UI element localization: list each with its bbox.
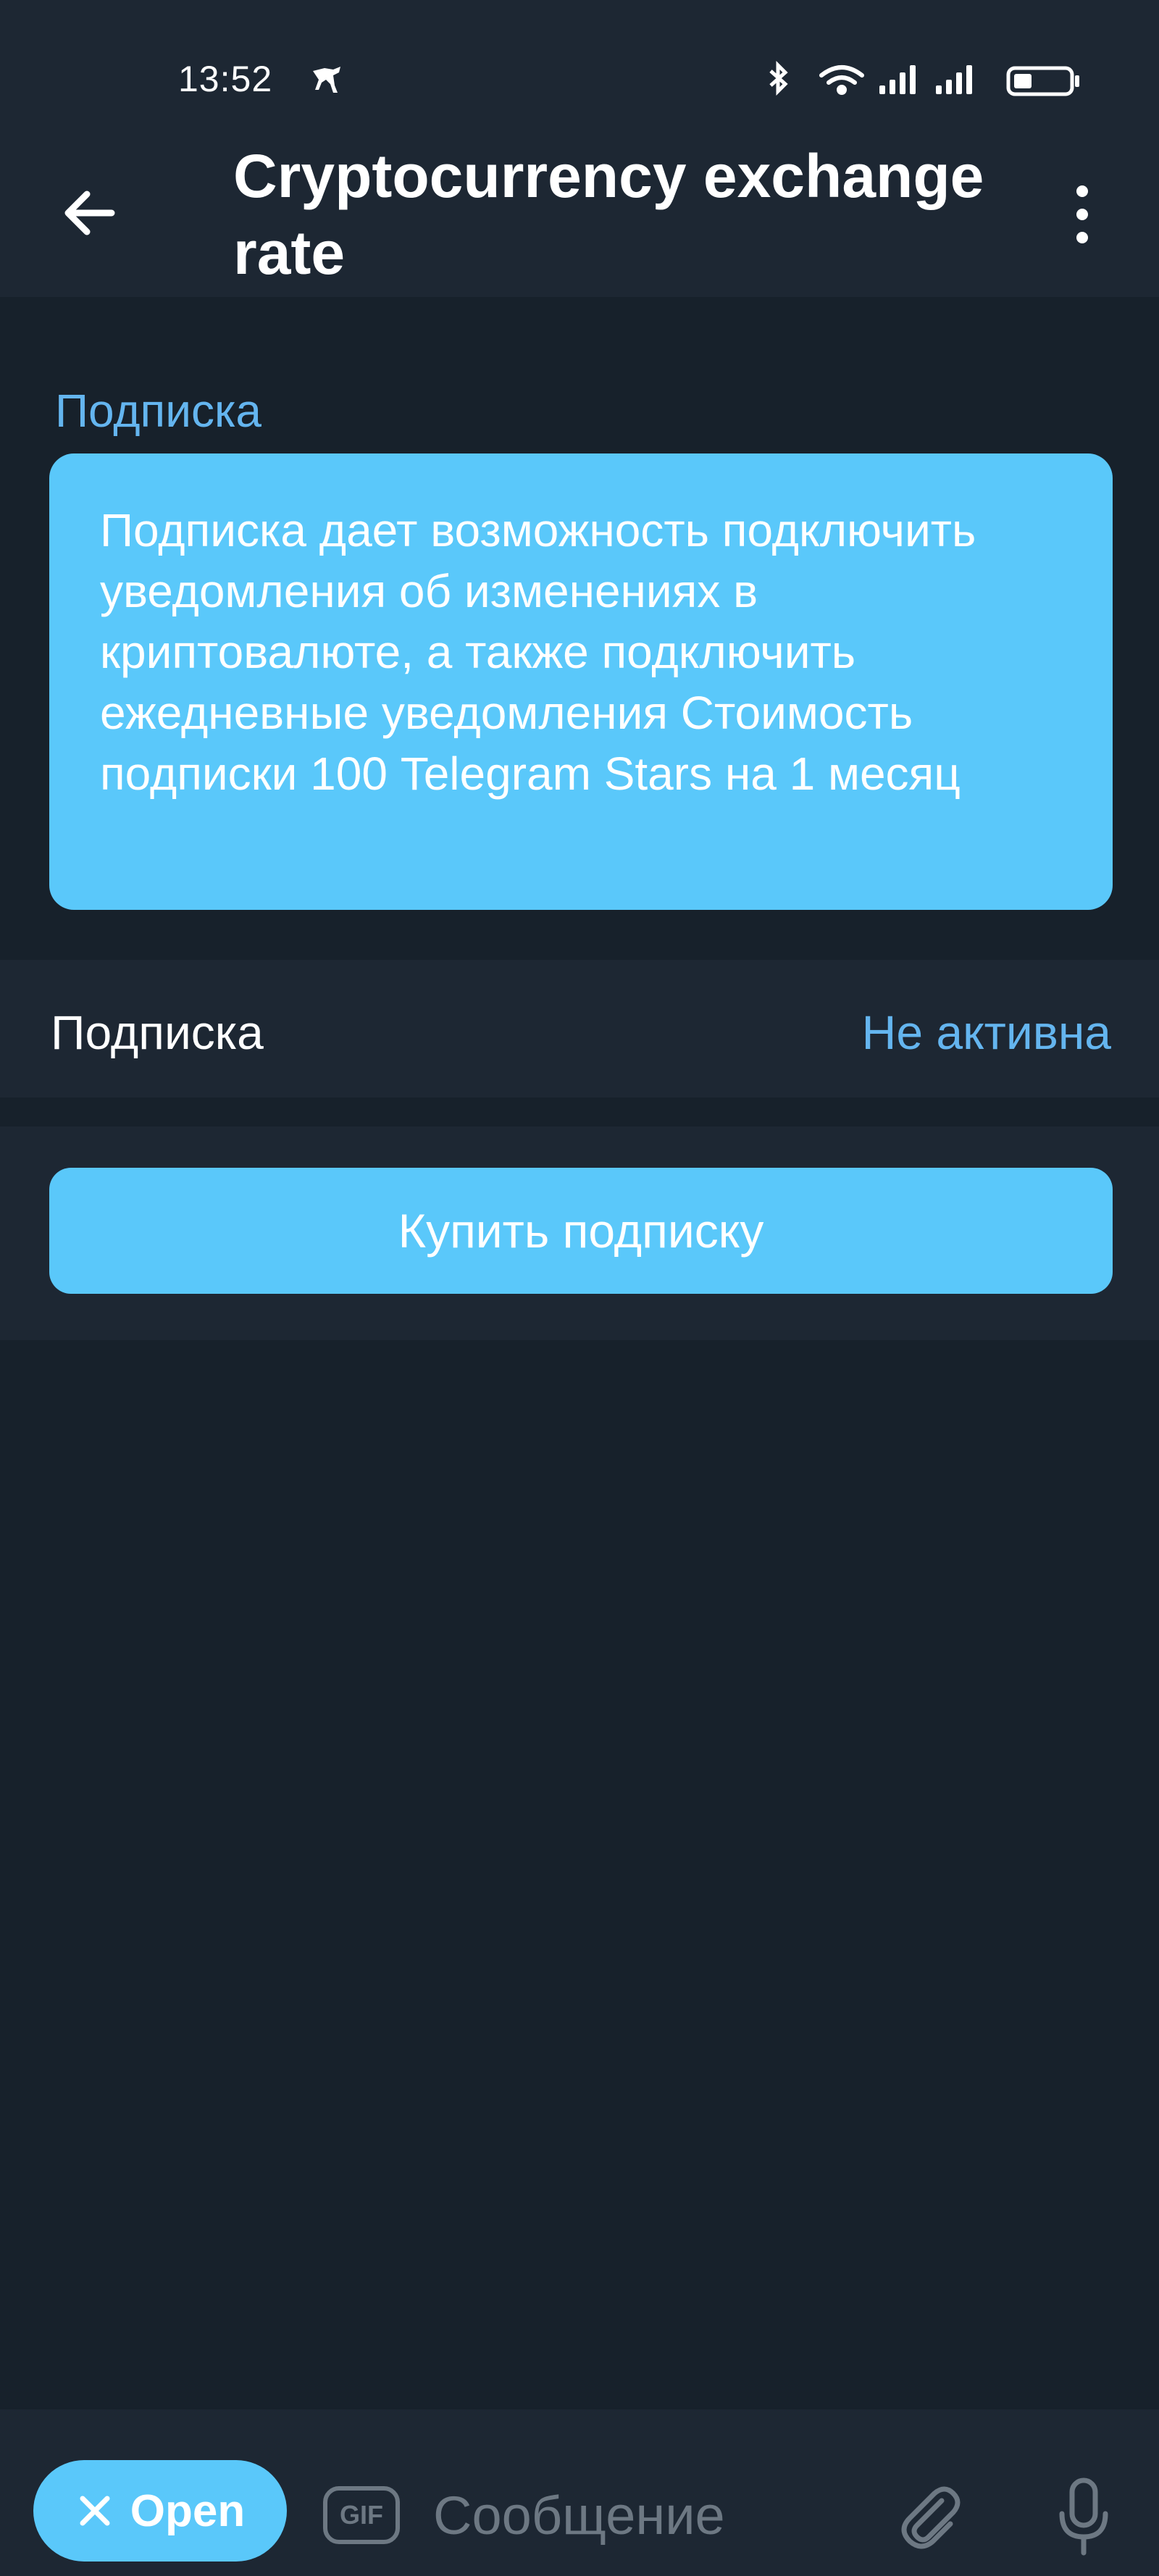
system-status-icons xyxy=(769,60,1079,96)
dog-notification-icon xyxy=(313,67,340,93)
open-button-label: Open xyxy=(130,2485,246,2536)
section-title: Подписка xyxy=(55,385,261,437)
close-icon xyxy=(80,2496,110,2526)
gif-icon[interactable]: GIF xyxy=(323,2486,400,2544)
subscription-status-label: Подписка xyxy=(51,1005,264,1059)
subscription-info-text: Подписка дает возможность подключить уве… xyxy=(100,504,976,800)
page-title: Cryptocurrency exchange rate xyxy=(233,142,984,287)
signal-icon-1 xyxy=(879,65,916,94)
message-composer-bar: Open GIF xyxy=(0,2409,1159,2576)
battery-icon xyxy=(1006,66,1079,96)
more-vert-icon[interactable] xyxy=(1068,178,1097,251)
microphone-icon[interactable] xyxy=(1047,2473,1120,2560)
signal-icon-2 xyxy=(936,65,972,94)
subscription-section: Подписка Подписка дает возможность подкл… xyxy=(0,297,1159,960)
subscription-info-card: Подписка дает возможность подключить уве… xyxy=(49,453,1113,910)
buy-button-area: Купить подписку xyxy=(0,1126,1159,1340)
subscription-status-row[interactable]: Подписка Не активна xyxy=(0,960,1159,1097)
status-time: 13:52 xyxy=(178,59,273,99)
back-arrow-icon[interactable] xyxy=(58,181,122,245)
wifi-icon xyxy=(819,65,864,95)
message-input[interactable] xyxy=(432,2467,840,2563)
attachment-icon[interactable] xyxy=(891,2479,963,2551)
bluetooth-icon xyxy=(769,60,788,96)
buy-subscription-button[interactable]: Купить подписку xyxy=(49,1168,1113,1294)
app-bar: Cryptocurrency exchange rate xyxy=(0,109,1159,297)
subscription-status-value: Не активна xyxy=(861,1005,1111,1059)
open-app-button[interactable]: Open xyxy=(33,2460,287,2562)
